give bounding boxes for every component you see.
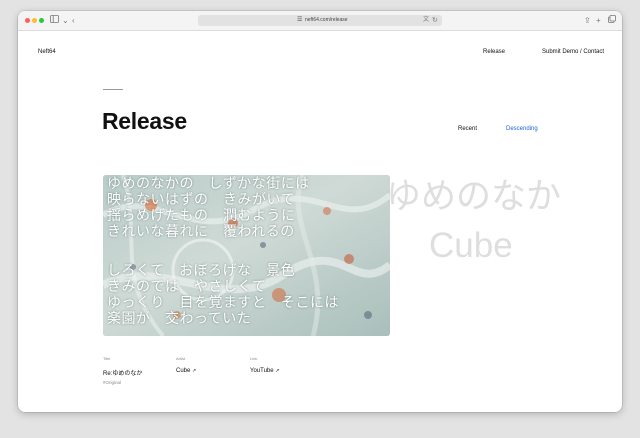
- title-label: Title: [103, 356, 111, 361]
- plus-icon[interactable]: +: [596, 15, 601, 26]
- translate-icon[interactable]: 文: [423, 16, 429, 25]
- url-text: neft64.com/release: [305, 17, 348, 23]
- close-window-button[interactable]: [25, 18, 30, 23]
- youtube-link[interactable]: YouTube ↗: [250, 368, 279, 374]
- artwork-lyric-line: 揺らめげたもの 潤むように: [107, 207, 296, 223]
- external-arrow-icon: ↗: [275, 368, 280, 374]
- chevron-left-icon[interactable]: ‹: [72, 15, 75, 26]
- site-settings-icon[interactable]: ☰: [297, 16, 302, 25]
- sidebar-icon[interactable]: [50, 15, 59, 26]
- youtube-link-label: YouTube: [250, 368, 274, 374]
- zoom-window-button[interactable]: [39, 18, 44, 23]
- nav-submit-demo-link[interactable]: Submit Demo / Contact: [542, 49, 604, 55]
- link-label: Link: [250, 356, 258, 361]
- sort-recent-button[interactable]: Recent: [458, 126, 477, 132]
- reload-icon[interactable]: ↻: [432, 15, 438, 26]
- artist-label: Artist: [176, 356, 186, 361]
- address-bar[interactable]: ☰ neft64.com/release 文 ↻: [198, 15, 442, 26]
- browser-toolbar: ⌄ ‹ ☰ neft64.com/release 文 ↻ ⇪ +: [18, 11, 622, 31]
- artwork-lyric-line: 映らないはずの きみがいて: [107, 191, 296, 207]
- artist-name: Cube: [176, 368, 191, 374]
- artwork-lyric-line: ゆめのなかの しずかな街には: [107, 175, 310, 191]
- artwork-lyric-line: ゆっくり 目を覚ますと そこには: [107, 294, 339, 310]
- page-title: Release: [102, 108, 187, 134]
- share-icon[interactable]: ⇪: [584, 15, 591, 26]
- tab-overview-icon[interactable]: [608, 15, 616, 26]
- title-divider: [103, 89, 123, 90]
- external-arrow-icon: ↗: [192, 368, 197, 374]
- browser-window: ⌄ ‹ ☰ neft64.com/release 文 ↻ ⇪ + Neft64 …: [18, 11, 622, 412]
- artwork-lyric-line: しろくて おぼろげな 景色: [107, 262, 296, 278]
- artwork-lyric-line: きみのでは やさしくて: [107, 278, 267, 294]
- background-artist-name: Cube: [429, 226, 513, 265]
- minimize-window-button[interactable]: [32, 18, 37, 23]
- artwork-lyric-line: 楽園が 交わっていた: [107, 310, 252, 326]
- artist-link[interactable]: Cube ↗: [176, 368, 196, 374]
- release-artwork[interactable]: ゆめのなかの しずかな街には 映らないはずの きみがいて 揺らめげたもの 潤むよ…: [103, 175, 390, 336]
- release-title-value: Re:ゆめのなか: [103, 371, 143, 377]
- artwork-lyric-line: きれいな暮れに 覆われるの: [107, 223, 295, 239]
- sidebar-toggle-chevron-icon[interactable]: ⌄: [62, 15, 69, 26]
- nav-release-link[interactable]: Release: [483, 49, 505, 55]
- sort-descending-button[interactable]: Descending: [506, 126, 538, 132]
- background-release-title: ゆめのなか: [386, 177, 562, 216]
- release-tag[interactable]: #Original: [103, 380, 121, 385]
- site-logo[interactable]: Neft64: [38, 49, 56, 55]
